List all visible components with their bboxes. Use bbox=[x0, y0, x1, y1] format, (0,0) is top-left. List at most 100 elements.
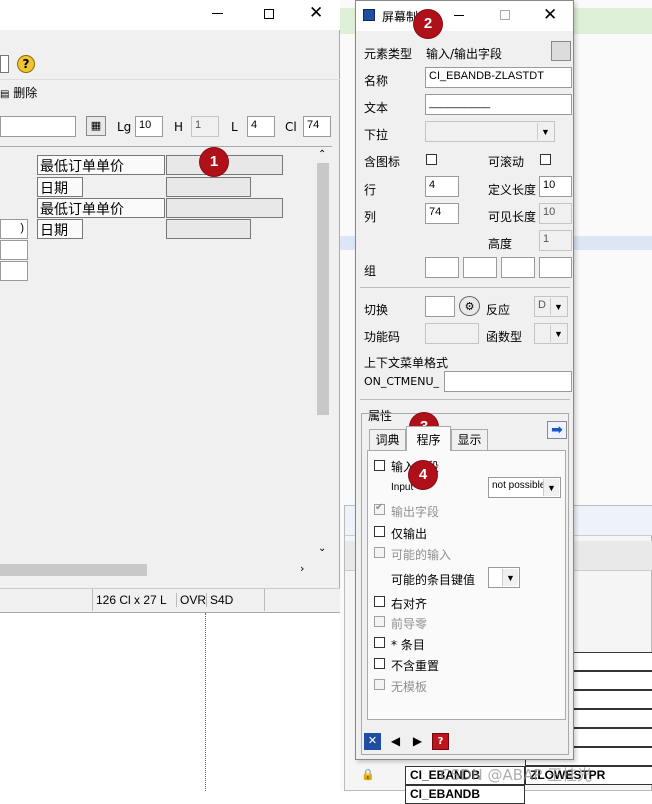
arrow-right-icon[interactable]: ➡ bbox=[547, 421, 567, 439]
def-length-input[interactable]: 10 bbox=[539, 176, 572, 197]
name-input[interactable]: CI_EBANDB-ZLASTDT bbox=[425, 67, 572, 88]
delete-button[interactable]: ▤ 删除 bbox=[0, 84, 40, 102]
check-icon: ✔ bbox=[375, 502, 384, 513]
tab-display[interactable]: 显示 bbox=[451, 429, 488, 450]
fcode-label: 功能码 bbox=[364, 330, 401, 344]
height-label: 高度 bbox=[488, 237, 513, 251]
screen-field[interactable] bbox=[166, 177, 251, 197]
h-input[interactable]: 1 bbox=[191, 116, 219, 137]
watermark: CSDN @ABAP 王桂光 bbox=[440, 766, 593, 784]
ctx-menu-input[interactable] bbox=[444, 371, 572, 392]
ftype-select[interactable]: ▼ bbox=[534, 323, 568, 344]
possible-input-checkbox[interactable] bbox=[374, 547, 385, 558]
cl-label: Cl bbox=[285, 120, 297, 134]
lg-input[interactable]: 10 bbox=[135, 116, 163, 137]
no-reset-checkbox[interactable] bbox=[374, 658, 385, 669]
switch-settings-icon[interactable]: ⚙ bbox=[459, 296, 480, 316]
divider bbox=[360, 287, 570, 288]
lg-label: Lg bbox=[117, 120, 132, 134]
dropdown-label: 下拉 bbox=[364, 128, 389, 142]
status-size: 126 Cl x 27 L bbox=[96, 593, 167, 607]
group-input-1[interactable] bbox=[425, 257, 459, 278]
col-input[interactable]: 74 bbox=[425, 203, 459, 224]
scroll-down-icon[interactable]: ⌄ bbox=[318, 543, 326, 554]
with-icon-checkbox[interactable] bbox=[426, 154, 437, 165]
input-select[interactable]: not possible ▼ bbox=[488, 477, 561, 498]
horizontal-scrollbar[interactable]: › bbox=[0, 561, 314, 579]
dropdown-select[interactable]: ▼ bbox=[425, 121, 555, 142]
leading-zero-checkbox[interactable] bbox=[374, 616, 385, 627]
canvas-input[interactable] bbox=[0, 261, 28, 281]
vis-length-input[interactable]: 10 bbox=[539, 203, 572, 224]
screen-field[interactable] bbox=[166, 198, 283, 218]
scrollable-label: 可滚动 bbox=[488, 155, 525, 169]
maximize-button[interactable] bbox=[264, 9, 274, 19]
def-length-label: 定义长度 bbox=[488, 183, 537, 197]
layout-canvas[interactable]: ) 最低订单单价 日期 最低订单单价 日期 ⌃ ⌄ › bbox=[0, 146, 332, 579]
dialog-maximize-button[interactable] bbox=[500, 10, 510, 20]
right-justify-checkbox[interactable] bbox=[374, 596, 385, 607]
output-field-checkbox[interactable]: ✔ bbox=[374, 502, 385, 515]
minimize-button[interactable] bbox=[212, 13, 223, 14]
close-dialog-icon[interactable]: ✕ bbox=[364, 733, 381, 750]
canvas-input[interactable] bbox=[0, 240, 28, 260]
screen-label[interactable]: 最低订单单价 bbox=[37, 198, 165, 218]
group-label: 组 bbox=[364, 264, 377, 278]
horizontal-scroll-thumb[interactable] bbox=[0, 564, 147, 576]
scroll-thumb[interactable] bbox=[317, 163, 329, 415]
scrollable-checkbox[interactable] bbox=[540, 154, 551, 165]
element-type-button[interactable] bbox=[551, 41, 571, 61]
next-icon[interactable]: ▶ bbox=[409, 733, 426, 750]
height-input[interactable]: 1 bbox=[539, 230, 572, 251]
no-template-checkbox[interactable] bbox=[374, 679, 385, 690]
screen-label[interactable]: 日期 bbox=[37, 177, 83, 197]
screen-label[interactable]: 日期 bbox=[37, 219, 83, 239]
chevron-down-icon: ▼ bbox=[537, 123, 553, 140]
dialog-minimize-button[interactable] bbox=[454, 15, 464, 16]
cl-input[interactable]: 74 bbox=[303, 116, 331, 137]
tab-program[interactable]: 程序 bbox=[406, 426, 451, 451]
ctx-menu-prefix: ON_CTMENU_ bbox=[364, 375, 440, 388]
no-reset-label: 不含重置 bbox=[391, 659, 440, 673]
col-label: 列 bbox=[364, 210, 377, 224]
toolbar-button[interactable] bbox=[0, 55, 9, 73]
screen-label[interactable]: 最低订单单价 bbox=[37, 155, 165, 175]
element-text-input[interactable] bbox=[0, 116, 76, 137]
help-book-icon[interactable]: ? bbox=[432, 733, 449, 750]
status-segment bbox=[264, 589, 265, 611]
group-input-4[interactable] bbox=[539, 257, 572, 278]
group-input-2[interactable] bbox=[463, 257, 497, 278]
close-button[interactable]: ✕ bbox=[309, 4, 323, 22]
annotation-badge-4: 4 bbox=[409, 461, 437, 489]
output-only-checkbox[interactable] bbox=[374, 526, 385, 537]
dialog-close-button[interactable]: ✕ bbox=[543, 6, 557, 24]
element-type-value: 输入/输出字段 bbox=[426, 47, 503, 61]
scroll-right-icon[interactable]: › bbox=[300, 562, 304, 575]
row-input[interactable]: 4 bbox=[425, 176, 459, 197]
star-entry-checkbox[interactable] bbox=[374, 637, 385, 648]
group-input-3[interactable] bbox=[501, 257, 535, 278]
input-field-checkbox[interactable] bbox=[374, 460, 385, 471]
response-select[interactable]: D ▼ bbox=[534, 296, 568, 317]
chevron-down-icon: ▼ bbox=[550, 298, 566, 315]
text-input[interactable]: __________ bbox=[425, 94, 572, 115]
canvas-input[interactable]: ) bbox=[0, 219, 28, 239]
name-label: 名称 bbox=[364, 74, 389, 88]
scroll-up-icon[interactable]: ⌃ bbox=[318, 149, 326, 160]
screen-field[interactable] bbox=[166, 219, 251, 239]
vertical-scrollbar[interactable]: ⌃ ⌄ bbox=[314, 147, 332, 561]
with-icon-label: 含图标 bbox=[364, 155, 401, 169]
table-cell: CI_EBANDB bbox=[405, 785, 525, 804]
previous-icon[interactable]: ◀ bbox=[387, 733, 404, 750]
fcode-input[interactable] bbox=[425, 323, 479, 344]
dictionary-icon[interactable]: ▦ bbox=[86, 116, 106, 136]
switch-input[interactable] bbox=[425, 296, 455, 317]
tab-dictionary[interactable]: 词典 bbox=[369, 429, 406, 450]
left-toolbar: ? bbox=[0, 52, 340, 80]
possible-entries-select[interactable]: ▼ bbox=[488, 567, 520, 588]
row-label: 行 bbox=[364, 183, 377, 197]
possible-input-label: 可能的输入 bbox=[391, 548, 452, 562]
l-input[interactable]: 4 bbox=[247, 116, 275, 137]
help-icon[interactable]: ? bbox=[17, 55, 35, 73]
output-only-label: 仅输出 bbox=[391, 527, 428, 541]
